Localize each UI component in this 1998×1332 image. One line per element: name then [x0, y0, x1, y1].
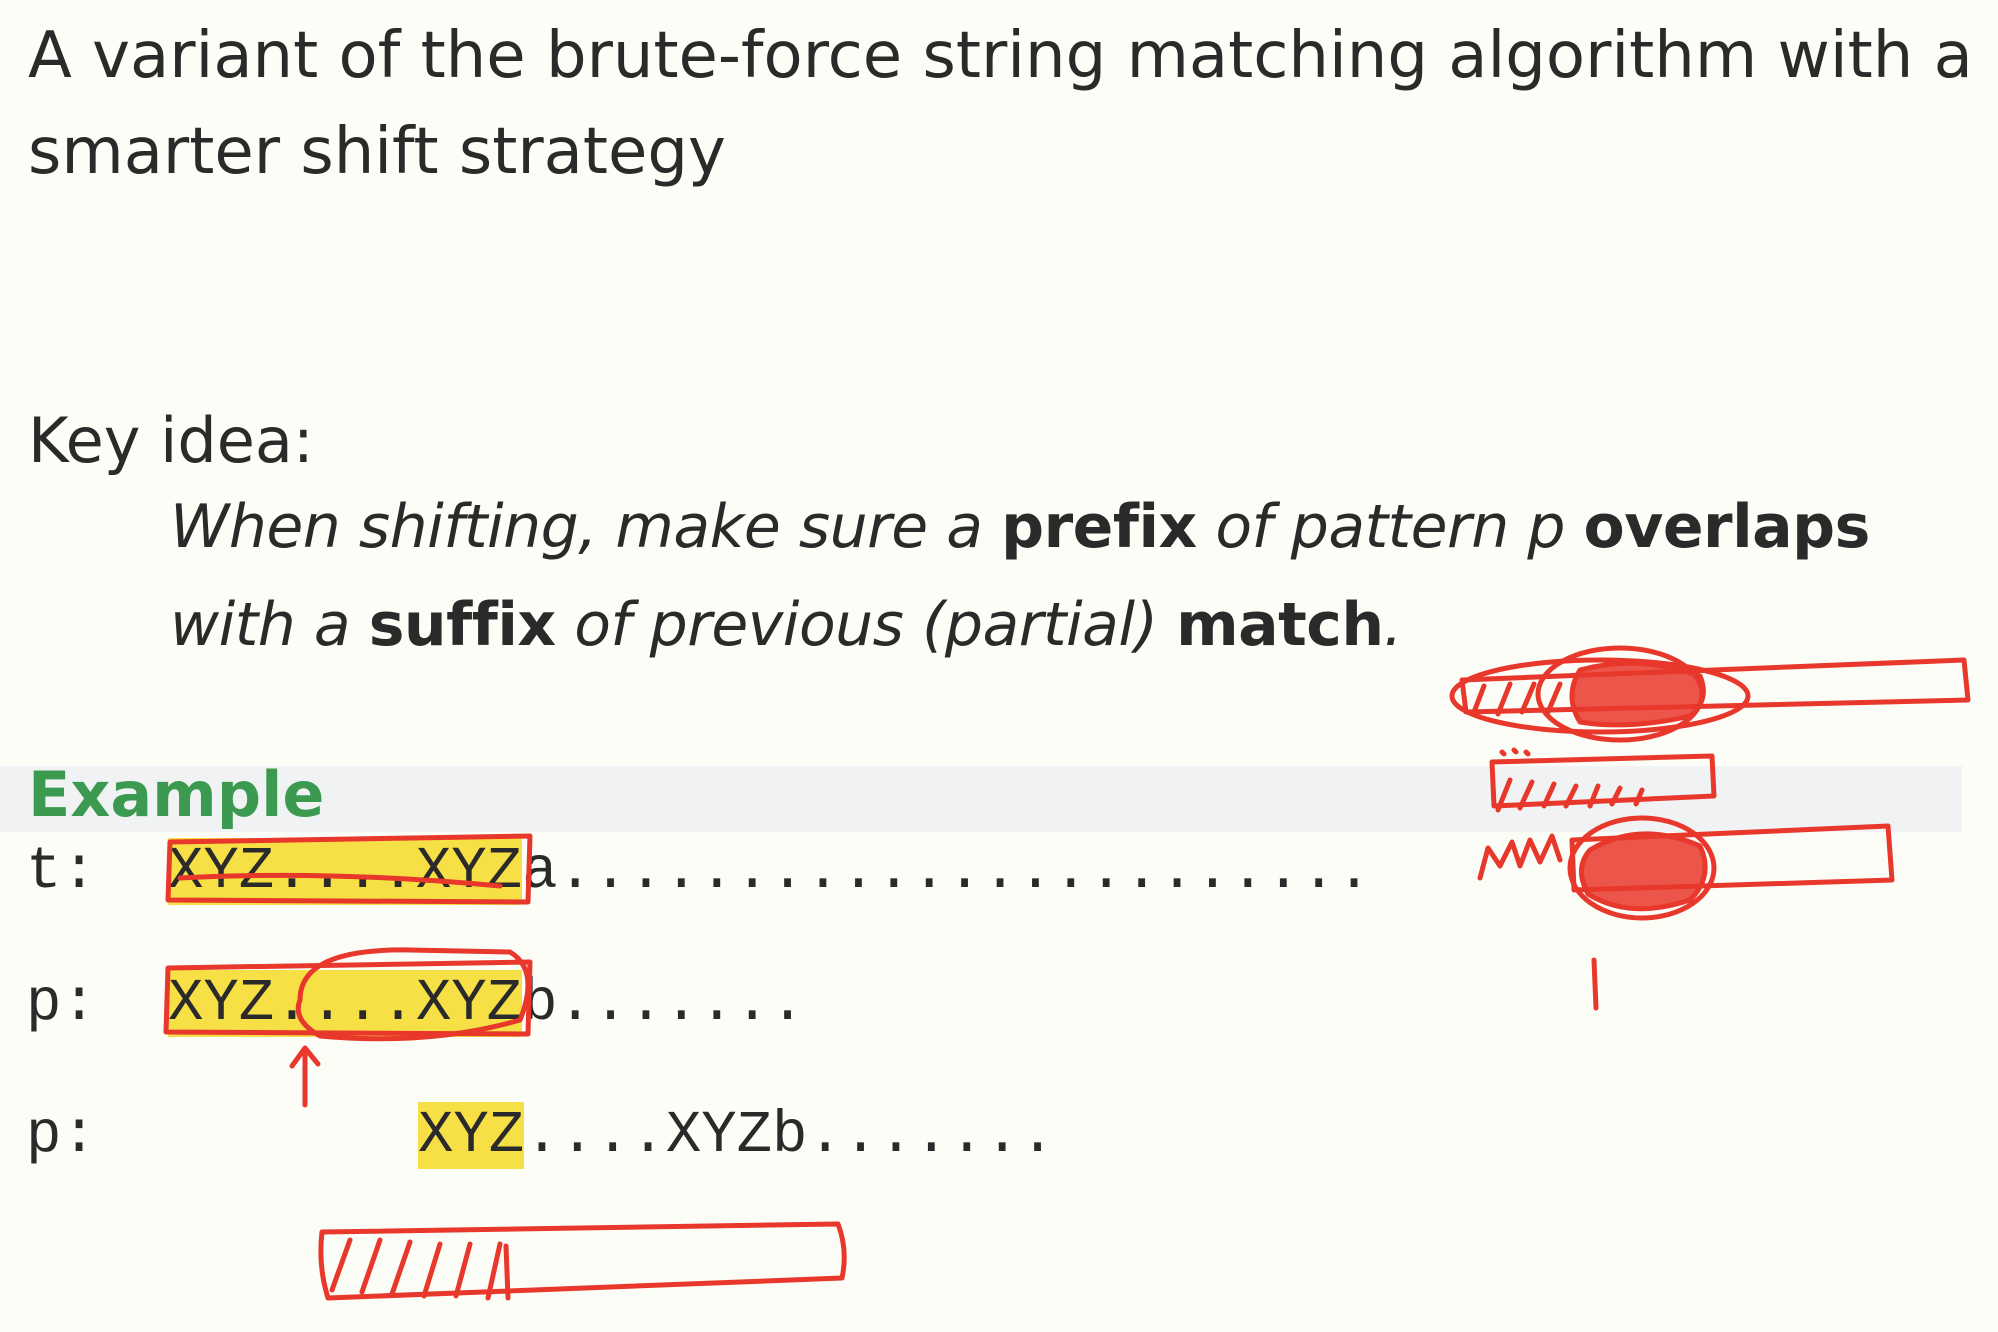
pattern-2-highlight: XYZ [418, 1102, 525, 1169]
ink-low-bar [1569, 823, 1895, 893]
ink-low-ticks [1477, 833, 1563, 881]
ink-mid-dots [1499, 747, 1531, 757]
pattern-string-2: XYZ....XYZb....... [418, 1102, 1055, 1169]
intro-line-2: smarter shift strategy [28, 115, 726, 189]
pattern-1-rest: b....... [522, 970, 806, 1037]
idea-text: of previous (partial) [555, 590, 1177, 660]
text-highlight: XYZ....XYZ [168, 838, 523, 905]
intro-line-1: A variant of the brute-force string matc… [28, 19, 1973, 93]
ink-low-circle [1567, 815, 1717, 921]
key-idea-line-1: When shifting, make sure a prefix of pat… [170, 492, 1870, 562]
text-row-label: t: [26, 838, 97, 905]
ink-top-circle-outer [1449, 657, 1751, 735]
idea-text: with a [170, 590, 369, 660]
idea-text: of pattern [1196, 492, 1528, 562]
idea-text: . [1383, 590, 1403, 660]
text-string: XYZ....XYZa....................... [168, 838, 1372, 905]
ink-bottom-hatch [329, 1237, 511, 1301]
ink-bottom-bar [318, 1221, 847, 1301]
ink-low-mark [1591, 957, 1599, 1011]
pattern-1-highlight: XYZ....XYZ [168, 970, 523, 1037]
pattern-string-1: XYZ....XYZb....... [168, 970, 805, 1037]
ink-top-fill [1569, 660, 1706, 728]
idea-term-prefix: prefix [1001, 492, 1197, 562]
ink-top-hatch [1471, 681, 1563, 717]
idea-var-p: p [1527, 492, 1565, 562]
ink-top-circle-inner [1535, 645, 1705, 743]
ink-low-fill [1579, 831, 1708, 912]
idea-text [1565, 492, 1584, 562]
text-rest: a....................... [522, 838, 1372, 905]
pattern-2-rest: ....XYZb....... [524, 1102, 1056, 1169]
idea-text: When shifting, make sure a [170, 492, 1002, 562]
key-idea-label: Key idea: [28, 404, 314, 477]
pattern-row-1-label: p: [26, 970, 97, 1037]
key-idea-line-2: with a suffix of previous (partial) matc… [170, 590, 1403, 660]
example-heading: Example [28, 758, 325, 831]
idea-term-overlaps: overlaps [1583, 492, 1870, 562]
idea-term-suffix: suffix [368, 590, 556, 660]
ink-top-right-bar [1459, 657, 1971, 715]
ink-arrow-up [289, 1045, 321, 1108]
idea-term-match: match [1176, 590, 1384, 660]
pattern-row-2-label: p: [26, 1102, 97, 1169]
